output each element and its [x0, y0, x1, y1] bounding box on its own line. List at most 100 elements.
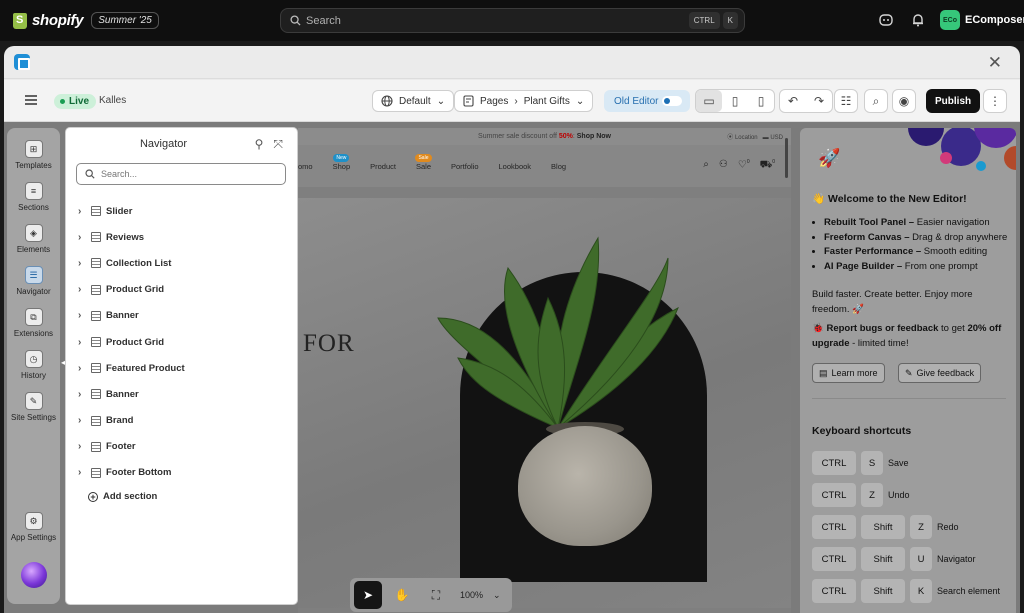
chevron-down-icon: ⌄ [575, 95, 585, 107]
edit-icon: ✎ [905, 367, 913, 378]
editor-toolbar: Live Kalles Default ⌄ Pages › Plant Gift… [4, 80, 1020, 122]
welcome-panel: 🚀 👋 Welcome to the New Editor! Rebuilt T… [800, 128, 1016, 613]
redo-icon[interactable]: ↷ [806, 90, 832, 112]
rail-extensions[interactable]: ⧉ Extensions [7, 308, 60, 338]
navigator-search-input[interactable]: Search... [76, 163, 286, 185]
section-item[interactable]: › Featured Product [78, 355, 185, 381]
menu-item[interactable]: Lookbook [499, 162, 532, 171]
chevron-right-icon[interactable]: › [78, 310, 88, 321]
global-search[interactable]: Search CTRL K [280, 8, 745, 33]
select-cursor-icon[interactable]: ➤ [354, 581, 382, 609]
more-options-icon[interactable]: ⋮ [983, 89, 1007, 113]
chevron-right-icon[interactable]: › [78, 337, 88, 348]
chevron-right-icon[interactable]: › [78, 363, 88, 374]
menu-item[interactable]: Sale Sale [415, 153, 432, 171]
menu-item[interactable]: New Shop [333, 153, 350, 171]
chevron-right-icon[interactable]: › [78, 389, 88, 400]
chevron-right-icon[interactable]: › [78, 415, 88, 426]
old-editor-toggle[interactable]: Old Editor [604, 90, 690, 112]
pin-icon[interactable]: ⚲ [255, 137, 264, 152]
close-icon[interactable]: ✕ [988, 53, 1002, 73]
menu-item[interactable]: Blog [551, 162, 566, 171]
rail-label: Navigator [16, 287, 51, 296]
cart-icon[interactable]: ⛟0 [760, 159, 775, 172]
expand-icon[interactable]: ⤧ [273, 137, 283, 152]
rail-history[interactable]: ◷ History [7, 350, 60, 380]
section-item[interactable]: › Banner [78, 303, 185, 329]
menu-item[interactable]: Product [370, 162, 396, 171]
mobile-icon[interactable]: ▯ [748, 90, 774, 112]
zoom-select[interactable]: 100% ⌄ [460, 590, 501, 601]
key: Shift [861, 547, 905, 571]
chevron-right-icon[interactable]: › [78, 467, 88, 478]
hero-slider[interactable]: FOR [298, 198, 791, 608]
shopify-topbar: shopify Summer '25 Search CTRL K ECo ECo… [0, 0, 1024, 41]
desktop-icon[interactable]: ▭ [696, 90, 722, 112]
section-label: Brand [106, 415, 134, 427]
rail-label: Sections [18, 203, 49, 212]
hand-pan-icon[interactable]: ✋ [388, 581, 416, 609]
ai-assistant-orb-icon[interactable] [21, 562, 47, 588]
eye-preview-icon[interactable]: ◉ [892, 89, 916, 113]
section-item[interactable]: › Collection List [78, 250, 185, 276]
add-section-label: Add section [103, 491, 158, 502]
page-type: Pages [480, 95, 509, 107]
announcement-link[interactable]: Shop Now [577, 133, 611, 140]
section-item[interactable]: › Brand [78, 408, 185, 434]
key: Shift [861, 515, 905, 539]
search-icon[interactable]: ⌕ [703, 159, 709, 172]
chevron-right-icon[interactable]: › [78, 206, 88, 217]
section-item[interactable]: › Product Grid [78, 277, 185, 303]
shopify-logo[interactable]: shopify Summer '25 [13, 12, 159, 29]
chevron-right-icon[interactable]: › [78, 284, 88, 295]
tablet-icon[interactable]: ▯ [722, 90, 748, 112]
rail-sections[interactable]: ≡ Sections [7, 182, 60, 212]
rail-elements[interactable]: ◈ Elements [7, 224, 60, 254]
user-icon[interactable]: ⚇ [719, 159, 728, 172]
page-canvas[interactable]: Summer sale discount off 50%: Shop Now ⦿… [298, 128, 791, 613]
section-item[interactable]: › Footer [78, 434, 185, 460]
rail-app-settings[interactable]: ⚙ App Settings [7, 512, 60, 542]
give-feedback-button[interactable]: ✎ Give feedback [898, 363, 982, 383]
navigator-title: Navigator [139, 138, 188, 150]
menu-item[interactable]: omo [298, 162, 313, 171]
toggle-switch[interactable] [662, 96, 682, 106]
add-section-button[interactable]: + Add section [88, 491, 157, 502]
old-editor-label: Old Editor [614, 95, 659, 107]
search-placeholder: Search... [101, 169, 138, 179]
ecomposer-logo-icon [14, 54, 30, 70]
announcement-percent: 50% [558, 133, 573, 140]
section-item[interactable]: › Footer Bottom [78, 460, 185, 486]
settings-sliders-icon[interactable]: ☷ [834, 89, 858, 113]
bell-icon[interactable] [910, 12, 926, 28]
book-icon: ▤ [819, 367, 828, 378]
currency-label[interactable]: USD [770, 135, 783, 141]
heart-icon[interactable]: ♡0 [738, 159, 750, 172]
learn-more-button[interactable]: ▤ Learn more [812, 363, 885, 383]
undo-icon[interactable]: ↶ [780, 90, 806, 112]
navigator-panel: Navigator ⚲ ⤧ Search... › Slider › Reviews… [66, 128, 297, 604]
fit-screen-icon[interactable]: ⛶ [422, 581, 450, 609]
rail-site-settings[interactable]: ✎ Site Settings [7, 392, 60, 422]
sidekick-icon[interactable] [878, 12, 894, 28]
gear-icon: ⚙ [24, 512, 43, 530]
section-item[interactable]: › Reviews [78, 224, 185, 250]
canvas-scrollbar[interactable] [785, 138, 788, 178]
device-select[interactable]: Default ⌄ [372, 90, 455, 112]
publish-button[interactable]: Publish [926, 89, 981, 113]
search-preview-icon[interactable]: ⌕ [864, 89, 888, 113]
section-item[interactable]: › Product Grid [78, 329, 185, 355]
menu-item[interactable]: Portfolio [451, 162, 479, 171]
section-item[interactable]: › Banner [78, 381, 185, 407]
hamburger-menu-icon[interactable] [24, 93, 38, 107]
chevron-right-icon[interactable]: › [78, 258, 88, 269]
section-item[interactable]: › Slider [78, 198, 185, 224]
store-switcher[interactable]: ECo EComposer [940, 10, 1024, 30]
section-icon [91, 206, 101, 217]
location-label[interactable]: Location [735, 135, 758, 141]
rail-templates[interactable]: ⊞ Templates [7, 140, 60, 170]
chevron-right-icon[interactable]: › [78, 441, 88, 452]
rail-navigator[interactable]: ☰ Navigator [7, 266, 60, 296]
chevron-right-icon[interactable]: › [78, 232, 88, 243]
page-select[interactable]: Pages › Plant Gifts ⌄ [454, 90, 594, 112]
